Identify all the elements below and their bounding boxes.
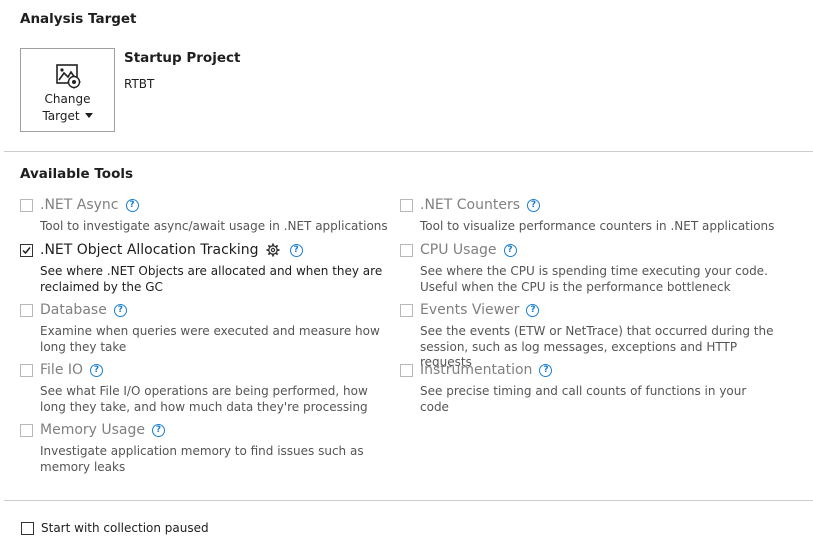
- section-divider: [4, 151, 813, 152]
- tool-checkbox[interactable]: [20, 244, 33, 257]
- tool-checkbox[interactable]: [400, 364, 413, 377]
- change-target-line1: Change: [44, 92, 91, 106]
- tool-description: Investigate application memory to find i…: [40, 444, 364, 474]
- target-app-gear-icon: [53, 61, 83, 91]
- tool-description: See precise timing and call counts of fu…: [420, 384, 747, 414]
- start-paused-checkbox[interactable]: [21, 522, 34, 535]
- tool-description: Tool to visualize performance counters i…: [420, 219, 775, 233]
- settings-gear-icon[interactable]: [266, 243, 280, 257]
- help-icon[interactable]: ?: [527, 198, 541, 212]
- tool-name: Instrumentation: [420, 362, 533, 378]
- tool-checkbox[interactable]: [20, 424, 33, 437]
- help-icon[interactable]: ?: [539, 363, 553, 377]
- help-icon[interactable]: ?: [289, 243, 303, 257]
- tool-name: File IO: [40, 362, 84, 378]
- change-target-button[interactable]: Change Target: [20, 48, 115, 132]
- available-tools-heading: Available Tools: [20, 166, 134, 182]
- tool-name: Memory Usage: [40, 422, 146, 438]
- tool-description: Tool to investigate async/await usage in…: [40, 219, 388, 233]
- start-paused-label[interactable]: Start with collection paused: [41, 521, 209, 535]
- change-target-line2: Target: [42, 109, 80, 123]
- tool-checkbox[interactable]: [20, 199, 33, 212]
- tool-description: Examine when queries were executed and m…: [40, 324, 380, 354]
- tool-name: CPU Usage: [420, 242, 497, 258]
- help-icon[interactable]: ?: [125, 198, 139, 212]
- footer-divider: [4, 500, 813, 501]
- help-icon[interactable]: ?: [526, 303, 540, 317]
- tool-description: See where the CPU is spending time execu…: [420, 264, 768, 294]
- tool-description: See what File I/O operations are being p…: [40, 384, 368, 414]
- help-icon[interactable]: ?: [90, 363, 104, 377]
- help-icon[interactable]: ?: [152, 423, 166, 437]
- tool-name: Events Viewer: [420, 302, 520, 318]
- help-icon[interactable]: ?: [113, 303, 127, 317]
- checkmark-icon: [22, 247, 31, 255]
- tool-checkbox[interactable]: [400, 304, 413, 317]
- tool-name: .NET Async: [40, 197, 119, 213]
- tool-checkbox[interactable]: [400, 199, 413, 212]
- project-name: RTBT: [124, 77, 155, 91]
- change-target-label: Change Target: [42, 91, 93, 125]
- tool-checkbox[interactable]: [20, 304, 33, 317]
- project-type-label: Startup Project: [124, 50, 241, 66]
- dropdown-caret-icon: [84, 113, 93, 118]
- tool-checkbox[interactable]: [400, 244, 413, 257]
- tool-name: .NET Object Allocation Tracking: [40, 242, 259, 258]
- tool-name: Database: [40, 302, 107, 318]
- analysis-target-heading: Analysis Target: [20, 11, 137, 27]
- tool-name: .NET Counters: [420, 197, 521, 213]
- help-icon[interactable]: ?: [503, 243, 517, 257]
- tool-checkbox[interactable]: [20, 364, 33, 377]
- tool-description: See where .NET Objects are allocated and…: [40, 264, 383, 294]
